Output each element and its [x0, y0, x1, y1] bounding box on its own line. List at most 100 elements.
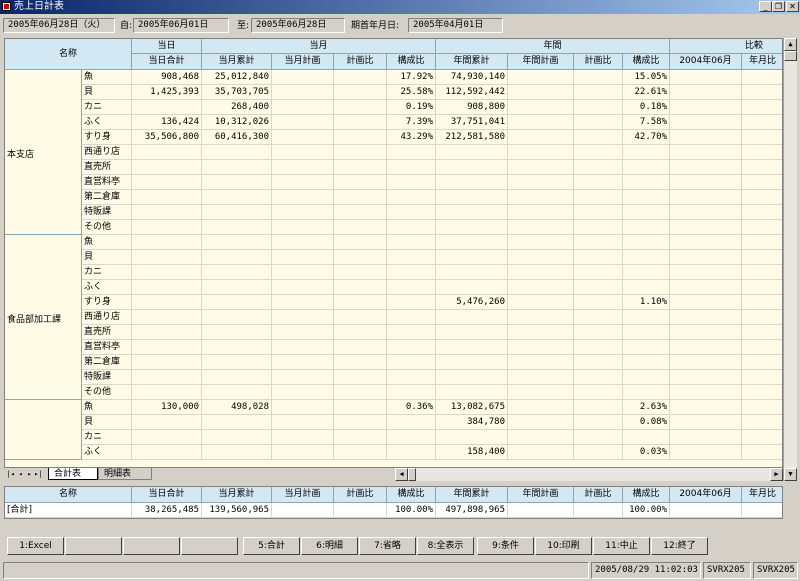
summary-value[interactable]: 139,560,965 [202, 503, 272, 518]
value-cell[interactable] [623, 235, 670, 250]
value-cell[interactable] [272, 130, 334, 145]
horizontal-scrollbar[interactable]: ◀ ▶ [395, 468, 783, 481]
value-cell[interactable] [272, 235, 334, 250]
value-cell[interactable]: 7.58% [623, 115, 670, 130]
value-cell[interactable] [334, 250, 387, 265]
summary-value[interactable]: 100.00% [623, 503, 670, 518]
value-cell[interactable] [436, 190, 508, 205]
value-cell[interactable]: 384,780 [436, 415, 508, 430]
value-cell[interactable] [387, 220, 436, 235]
value-cell[interactable] [742, 430, 782, 445]
value-cell[interactable] [272, 250, 334, 265]
value-cell[interactable] [670, 175, 742, 190]
value-cell[interactable] [574, 250, 623, 265]
value-cell[interactable] [508, 220, 574, 235]
category-cell[interactable]: 貝 [82, 250, 132, 265]
value-cell[interactable]: 35,703,705 [202, 85, 272, 100]
value-cell[interactable] [574, 295, 623, 310]
value-cell[interactable] [508, 340, 574, 355]
category-cell[interactable]: 西通り店 [82, 310, 132, 325]
value-cell[interactable] [272, 310, 334, 325]
value-cell[interactable] [202, 145, 272, 160]
value-cell[interactable] [670, 370, 742, 385]
value-cell[interactable] [508, 445, 574, 460]
value-cell[interactable] [508, 115, 574, 130]
value-cell[interactable] [272, 355, 334, 370]
value-cell[interactable] [334, 100, 387, 115]
scroll-down-icon[interactable]: ▼ [784, 468, 797, 481]
value-cell[interactable] [670, 340, 742, 355]
value-cell[interactable] [436, 145, 508, 160]
value-cell[interactable] [272, 160, 334, 175]
value-cell[interactable] [334, 130, 387, 145]
category-cell[interactable]: 特販課 [82, 205, 132, 220]
value-cell[interactable]: 158,400 [436, 445, 508, 460]
category-cell[interactable]: その他 [82, 220, 132, 235]
function-key-button-1[interactable]: 1:Excel [7, 537, 64, 555]
summary-value[interactable] [574, 503, 623, 518]
value-cell[interactable] [508, 160, 574, 175]
value-cell[interactable] [272, 220, 334, 235]
value-cell[interactable] [742, 220, 782, 235]
value-cell[interactable]: 7.39% [387, 115, 436, 130]
value-cell[interactable]: 43.29% [387, 130, 436, 145]
value-cell[interactable] [742, 115, 782, 130]
value-cell[interactable] [508, 190, 574, 205]
value-cell[interactable] [202, 310, 272, 325]
value-cell[interactable]: 0.36% [387, 400, 436, 415]
value-cell[interactable] [436, 175, 508, 190]
value-cell[interactable] [742, 400, 782, 415]
value-cell[interactable]: 25.58% [387, 85, 436, 100]
value-cell[interactable] [334, 160, 387, 175]
value-cell[interactable] [387, 310, 436, 325]
function-key-button-3[interactable] [123, 537, 180, 555]
value-cell[interactable]: 74,930,140 [436, 70, 508, 85]
from-date-field[interactable]: 2005年06月01日 [133, 18, 229, 33]
value-cell[interactable] [742, 280, 782, 295]
value-cell[interactable]: 2.63% [623, 400, 670, 415]
value-cell[interactable] [574, 355, 623, 370]
category-cell[interactable]: すり身 [82, 130, 132, 145]
category-cell[interactable]: ふく [82, 280, 132, 295]
value-cell[interactable] [574, 160, 623, 175]
summary-value[interactable]: 100.00% [387, 503, 436, 518]
category-cell[interactable]: 西通り店 [82, 145, 132, 160]
category-cell[interactable]: 貝 [82, 415, 132, 430]
prev-tab-icon[interactable]: ◂ [16, 469, 25, 480]
value-cell[interactable] [334, 85, 387, 100]
value-cell[interactable] [574, 415, 623, 430]
value-cell[interactable]: 112,592,442 [436, 85, 508, 100]
value-cell[interactable] [670, 220, 742, 235]
close-icon[interactable]: ✕ [786, 1, 799, 12]
value-cell[interactable] [742, 70, 782, 85]
value-cell[interactable] [742, 325, 782, 340]
value-cell[interactable] [508, 355, 574, 370]
category-cell[interactable]: 第二倉庫 [82, 190, 132, 205]
value-cell[interactable] [387, 355, 436, 370]
category-cell[interactable]: 貝 [82, 85, 132, 100]
category-cell[interactable]: すり身 [82, 295, 132, 310]
category-cell[interactable]: 直営料亭 [82, 340, 132, 355]
value-cell[interactable] [132, 430, 202, 445]
value-cell[interactable] [202, 385, 272, 400]
value-cell[interactable] [132, 370, 202, 385]
value-cell[interactable] [670, 280, 742, 295]
value-cell[interactable] [334, 280, 387, 295]
value-cell[interactable] [387, 175, 436, 190]
value-cell[interactable] [623, 430, 670, 445]
value-cell[interactable] [670, 430, 742, 445]
value-cell[interactable] [202, 430, 272, 445]
category-cell[interactable]: カニ [82, 430, 132, 445]
restore-icon[interactable]: ❐ [772, 1, 785, 12]
value-cell[interactable] [272, 445, 334, 460]
value-cell[interactable] [670, 295, 742, 310]
report-date-field[interactable]: 2005年06月28日（火） [3, 18, 115, 33]
value-cell[interactable]: 37,751,041 [436, 115, 508, 130]
category-cell[interactable]: 直売所 [82, 325, 132, 340]
function-key-button-9[interactable]: 9:条件 [477, 537, 534, 555]
value-cell[interactable] [623, 190, 670, 205]
value-cell[interactable] [132, 265, 202, 280]
value-cell[interactable] [742, 100, 782, 115]
function-key-button-12[interactable]: 12:終了 [651, 537, 708, 555]
value-cell[interactable] [574, 190, 623, 205]
